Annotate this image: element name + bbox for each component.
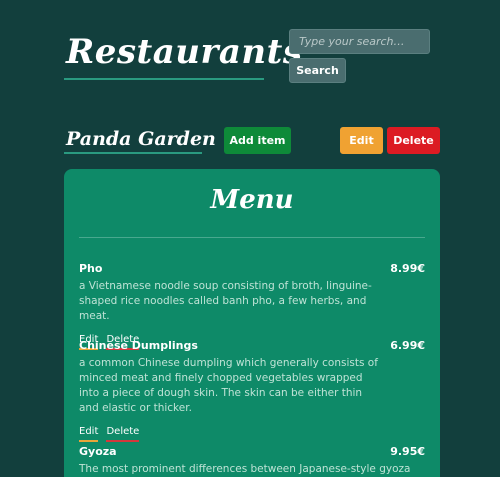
menu-item-name: Chinese Dumplings xyxy=(79,339,198,352)
restaurant-name-underline xyxy=(64,152,202,154)
menu-item-description: a Vietnamese noodle soup consisting of b… xyxy=(79,280,372,322)
add-item-button[interactable]: Add item xyxy=(224,127,291,154)
restaurant-name: Panda Garden xyxy=(66,128,216,150)
menu-item-price: 8.99€ xyxy=(390,262,425,275)
edit-restaurant-button[interactable]: Edit xyxy=(340,127,383,154)
menu-item-pho: Pho 8.99€ a Vietnamese noodle soup consi… xyxy=(79,262,425,350)
page-title: Restaurants xyxy=(66,32,303,72)
menu-divider xyxy=(79,237,425,238)
menu-item-actions: Edit Delete xyxy=(79,419,425,442)
menu-item-edit-link[interactable]: Edit xyxy=(79,425,99,442)
menu-item-delete-link[interactable]: Delete xyxy=(106,425,140,442)
menu-card: Menu Pho 8.99€ a Vietnamese noodle soup … xyxy=(64,169,440,477)
delete-restaurant-button[interactable]: Delete xyxy=(387,127,440,154)
menu-item-chinese-dumplings: Chinese Dumplings 6.99€ a common Chinese… xyxy=(79,339,425,442)
menu-title: Menu xyxy=(210,185,294,215)
menu-item-description: a common Chinese dumpling which generall… xyxy=(79,357,378,414)
menu-item-price: 6.99€ xyxy=(390,339,425,352)
search-input[interactable] xyxy=(289,29,430,54)
menu-item-name: Gyoza xyxy=(79,445,117,458)
title-underline xyxy=(64,78,264,80)
search-button[interactable]: Search xyxy=(289,58,346,83)
menu-item-gyoza: Gyoza 9.95€ The most prominent differenc… xyxy=(79,445,425,477)
menu-item-description: The most prominent differences between J… xyxy=(79,463,411,475)
menu-item-price: 9.95€ xyxy=(390,445,425,458)
menu-item-name: Pho xyxy=(79,262,103,275)
